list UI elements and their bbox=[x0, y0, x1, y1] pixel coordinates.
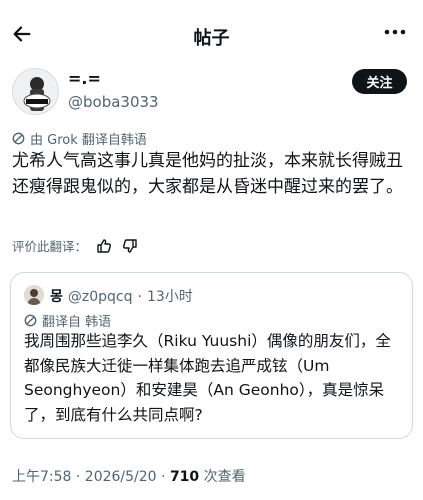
quoted-author-avatar bbox=[24, 285, 44, 305]
author-handle[interactable]: @boba3033 bbox=[68, 93, 159, 111]
more-options-button[interactable] bbox=[383, 22, 407, 42]
quoted-time: 13小时 bbox=[146, 289, 193, 305]
author-display-name[interactable]: =.= bbox=[68, 69, 101, 88]
quoted-translation-note-text: 翻译自 韩语 bbox=[42, 315, 112, 330]
translate-icon bbox=[24, 314, 37, 327]
translate-icon bbox=[12, 132, 25, 145]
translation-note-text: 由 Grok 翻译自韩语 bbox=[30, 133, 147, 148]
quoted-translation-note: 翻译自 韩语 bbox=[24, 311, 111, 330]
quoted-post[interactable]: 몽 @z0pqcq · 13小时 翻译自 韩语 我周围那些追李久（Riku Yu… bbox=[10, 272, 413, 439]
follow-button[interactable]: 关注 bbox=[352, 69, 407, 94]
quoted-post-text: 我周围那些追李久（Riku Yuushi）偶像的朋友们，全都像民族大迁徙一样集体… bbox=[24, 332, 391, 424]
post-text: 尤希人气高这事儿真是他妈的扯淡，本来就长得贼丑还瘦得跟鬼似的，大家都是从昏迷中醒… bbox=[12, 151, 403, 197]
rate-translation-label: 评价此翻译： bbox=[12, 239, 88, 254]
more-horizontal-icon bbox=[384, 29, 406, 35]
views-count[interactable]: 710 bbox=[170, 469, 199, 485]
meta-separator: · bbox=[137, 289, 142, 305]
quoted-header: 몽 @z0pqcq · 13小时 bbox=[50, 286, 193, 306]
thumbs-up-icon[interactable] bbox=[95, 237, 113, 255]
author-avatar[interactable] bbox=[12, 68, 59, 115]
translation-note: 由 Grok 翻译自韩语 bbox=[12, 129, 147, 148]
quoted-author-name: 몽 bbox=[50, 289, 63, 305]
thumbs-down-icon[interactable] bbox=[121, 237, 139, 255]
post-metadata: 上午7:58 · 2026/5/20 · 710 次查看 bbox=[12, 466, 246, 486]
views-label: 次查看 bbox=[199, 469, 246, 485]
quoted-author-handle: @z0pqcq bbox=[67, 289, 133, 305]
top-bar: 帖子 bbox=[0, 0, 423, 60]
rate-translation-row: 评价此翻译： bbox=[12, 236, 139, 255]
page-title: 帖子 bbox=[193, 28, 230, 49]
post-timestamp: 上午7:58 · 2026/5/20 · bbox=[12, 469, 170, 485]
